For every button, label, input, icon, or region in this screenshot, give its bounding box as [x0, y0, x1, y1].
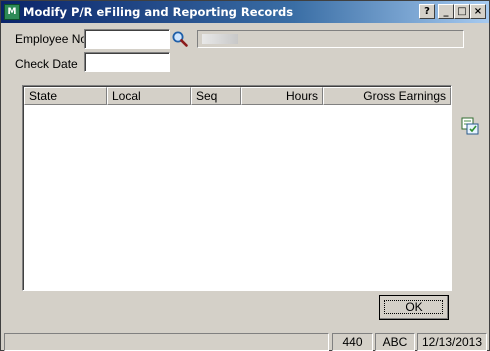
- employee-name-value: [202, 34, 238, 44]
- column-header-seq[interactable]: Seq: [191, 87, 241, 105]
- magnifier-icon[interactable]: [171, 30, 189, 48]
- status-number: 440: [332, 333, 373, 351]
- status-message: [4, 333, 329, 351]
- minimize-button[interactable]: _: [438, 4, 454, 19]
- grid-header: State Local Seq Hours Gross Earnings: [24, 87, 451, 105]
- status-bar: 440 ABC 12/13/2013: [2, 332, 489, 351]
- check-date-label: Check Date: [15, 57, 78, 71]
- column-header-hours[interactable]: Hours: [241, 87, 323, 105]
- column-header-local[interactable]: Local: [107, 87, 191, 105]
- title-bar[interactable]: M Modify P/R eFiling and Reporting Recor…: [1, 1, 489, 23]
- check-date-input[interactable]: [84, 52, 170, 72]
- employee-name-display: [197, 30, 464, 48]
- records-grid[interactable]: State Local Seq Hours Gross Earnings: [22, 85, 452, 291]
- status-company: ABC: [375, 333, 415, 351]
- employee-no-label: Employee No: [15, 32, 88, 46]
- app-icon[interactable]: M: [4, 4, 20, 20]
- column-header-state[interactable]: State: [24, 87, 107, 105]
- close-button[interactable]: ×: [470, 4, 486, 19]
- help-button[interactable]: ?: [419, 4, 435, 19]
- column-header-gross-earnings[interactable]: Gross Earnings: [323, 87, 451, 105]
- dialog-window: M Modify P/R eFiling and Reporting Recor…: [0, 0, 490, 351]
- window-title: Modify P/R eFiling and Reporting Records: [23, 5, 294, 19]
- ok-button-label: OK: [405, 300, 423, 314]
- ok-button[interactable]: OK: [379, 295, 449, 320]
- employee-no-input[interactable]: [84, 29, 170, 49]
- multi-record-icon[interactable]: [460, 116, 480, 136]
- maximize-button[interactable]: □: [454, 4, 470, 19]
- status-date: 12/13/2013: [417, 333, 487, 351]
